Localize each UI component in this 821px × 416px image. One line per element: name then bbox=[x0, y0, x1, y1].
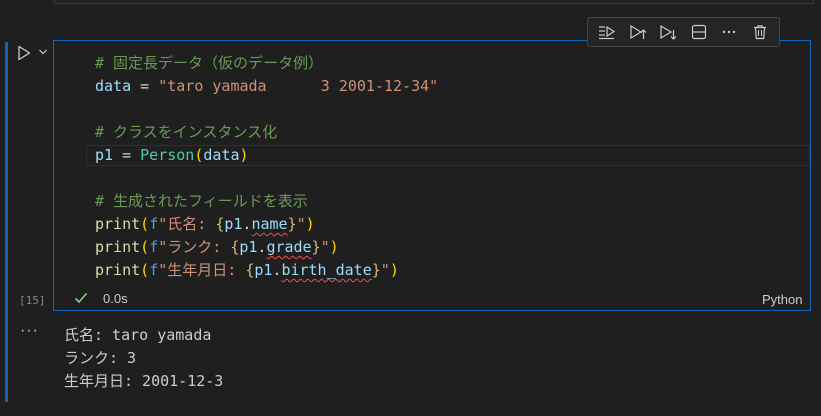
run-above-button[interactable] bbox=[627, 21, 649, 43]
code-token: "taro yamada 3 2001-12-34" bbox=[158, 77, 439, 95]
code-line[interactable] bbox=[95, 98, 438, 121]
code-line[interactable]: print(f"氏名: {p1.name}") bbox=[95, 213, 438, 236]
code-token: birth_date bbox=[281, 261, 372, 279]
code-line[interactable]: print(f"ランク: {p1.grade}") bbox=[95, 236, 438, 259]
previous-cell-border bbox=[54, 0, 814, 4]
output-collapse-button[interactable]: ··· bbox=[20, 322, 39, 340]
code-token: "氏名: bbox=[158, 215, 216, 233]
run-below-icon bbox=[660, 24, 677, 40]
code-line[interactable]: data = "taro yamada 3 2001-12-34" bbox=[95, 75, 438, 98]
code-token: name bbox=[251, 215, 288, 233]
code-token: { bbox=[215, 215, 225, 233]
language-selector[interactable]: Python bbox=[762, 292, 802, 307]
cell-focus-indicator bbox=[5, 42, 8, 402]
code-token: f bbox=[149, 261, 159, 279]
code-token: "ランク: bbox=[158, 238, 231, 256]
code-token: ) bbox=[305, 215, 315, 233]
code-token: = bbox=[131, 77, 159, 95]
output-line: ランク: 3 bbox=[64, 349, 137, 367]
code-token: Person bbox=[140, 146, 195, 164]
output-line: 生年月日: 2001-12-3 bbox=[64, 372, 224, 390]
chevron-down-icon bbox=[39, 49, 47, 55]
code-token: # 固定長データ（仮のデータ例） bbox=[95, 54, 324, 72]
code-token: data bbox=[203, 146, 240, 164]
code-token: ( bbox=[140, 261, 150, 279]
code-content[interactable]: # 固定長データ（仮のデータ例） data = "taro yamada 3 20… bbox=[95, 52, 438, 282]
more-icon bbox=[723, 30, 736, 34]
code-token: f bbox=[149, 215, 159, 233]
code-token: p1 bbox=[95, 146, 114, 164]
code-line[interactable]: print(f"生年月日: {p1.birth_date}") bbox=[95, 259, 438, 282]
code-token: { bbox=[245, 261, 255, 279]
code-token: = bbox=[113, 146, 141, 164]
execution-time: 0.0s bbox=[103, 291, 128, 306]
delete-cell-button[interactable] bbox=[749, 21, 771, 43]
code-token: p1 bbox=[254, 261, 273, 279]
code-token: " bbox=[380, 261, 390, 279]
execute-above-button[interactable] bbox=[596, 21, 618, 43]
code-token: " bbox=[296, 215, 306, 233]
code-line[interactable]: # 生成されたフィールドを表示 bbox=[95, 190, 438, 213]
code-token: # クラスをインスタンス化 bbox=[95, 123, 278, 141]
split-cell-icon bbox=[691, 24, 706, 40]
code-line[interactable]: p1 = Person(data) bbox=[95, 144, 438, 167]
code-token: ( bbox=[140, 215, 150, 233]
code-token: " bbox=[320, 238, 330, 256]
code-token: p1 bbox=[239, 238, 258, 256]
code-token: } bbox=[287, 215, 297, 233]
code-token: ) bbox=[239, 146, 249, 164]
run-cell-button[interactable] bbox=[15, 44, 33, 62]
run-options-button[interactable] bbox=[37, 46, 49, 58]
code-token: } bbox=[311, 238, 321, 256]
code-token: print bbox=[95, 238, 141, 256]
code-token: print bbox=[95, 215, 141, 233]
execute-above-icon bbox=[599, 25, 616, 40]
code-line[interactable]: # クラスをインスタンス化 bbox=[95, 121, 438, 144]
check-icon bbox=[74, 292, 88, 304]
code-token: print bbox=[95, 261, 141, 279]
code-token: grade bbox=[266, 238, 312, 256]
code-token: } bbox=[371, 261, 381, 279]
code-token: ( bbox=[140, 238, 150, 256]
run-below-button[interactable] bbox=[657, 21, 679, 43]
code-token: ) bbox=[389, 261, 399, 279]
cell-output: 氏名: taro yamada ランク: 3 生年月日: 2001-12-3 bbox=[64, 324, 223, 393]
code-token: data bbox=[95, 77, 132, 95]
code-token: "生年月日: bbox=[158, 261, 246, 279]
code-token: ) bbox=[329, 238, 339, 256]
execution-count: [15] bbox=[19, 294, 46, 307]
run-above-icon bbox=[630, 24, 647, 40]
output-line: 氏名: taro yamada bbox=[64, 326, 212, 344]
trash-icon bbox=[753, 25, 766, 40]
code-token: # 生成されたフィールドを表示 bbox=[95, 192, 308, 210]
code-line[interactable] bbox=[95, 167, 438, 190]
code-token: f bbox=[149, 238, 159, 256]
code-line[interactable]: # 固定長データ（仮のデータ例） bbox=[95, 52, 438, 75]
code-token: { bbox=[230, 238, 240, 256]
split-cell-button[interactable] bbox=[688, 21, 710, 43]
cell-toolbar bbox=[587, 17, 780, 47]
play-icon bbox=[18, 45, 31, 61]
code-token: p1 bbox=[224, 215, 243, 233]
more-actions-button[interactable] bbox=[718, 21, 740, 43]
